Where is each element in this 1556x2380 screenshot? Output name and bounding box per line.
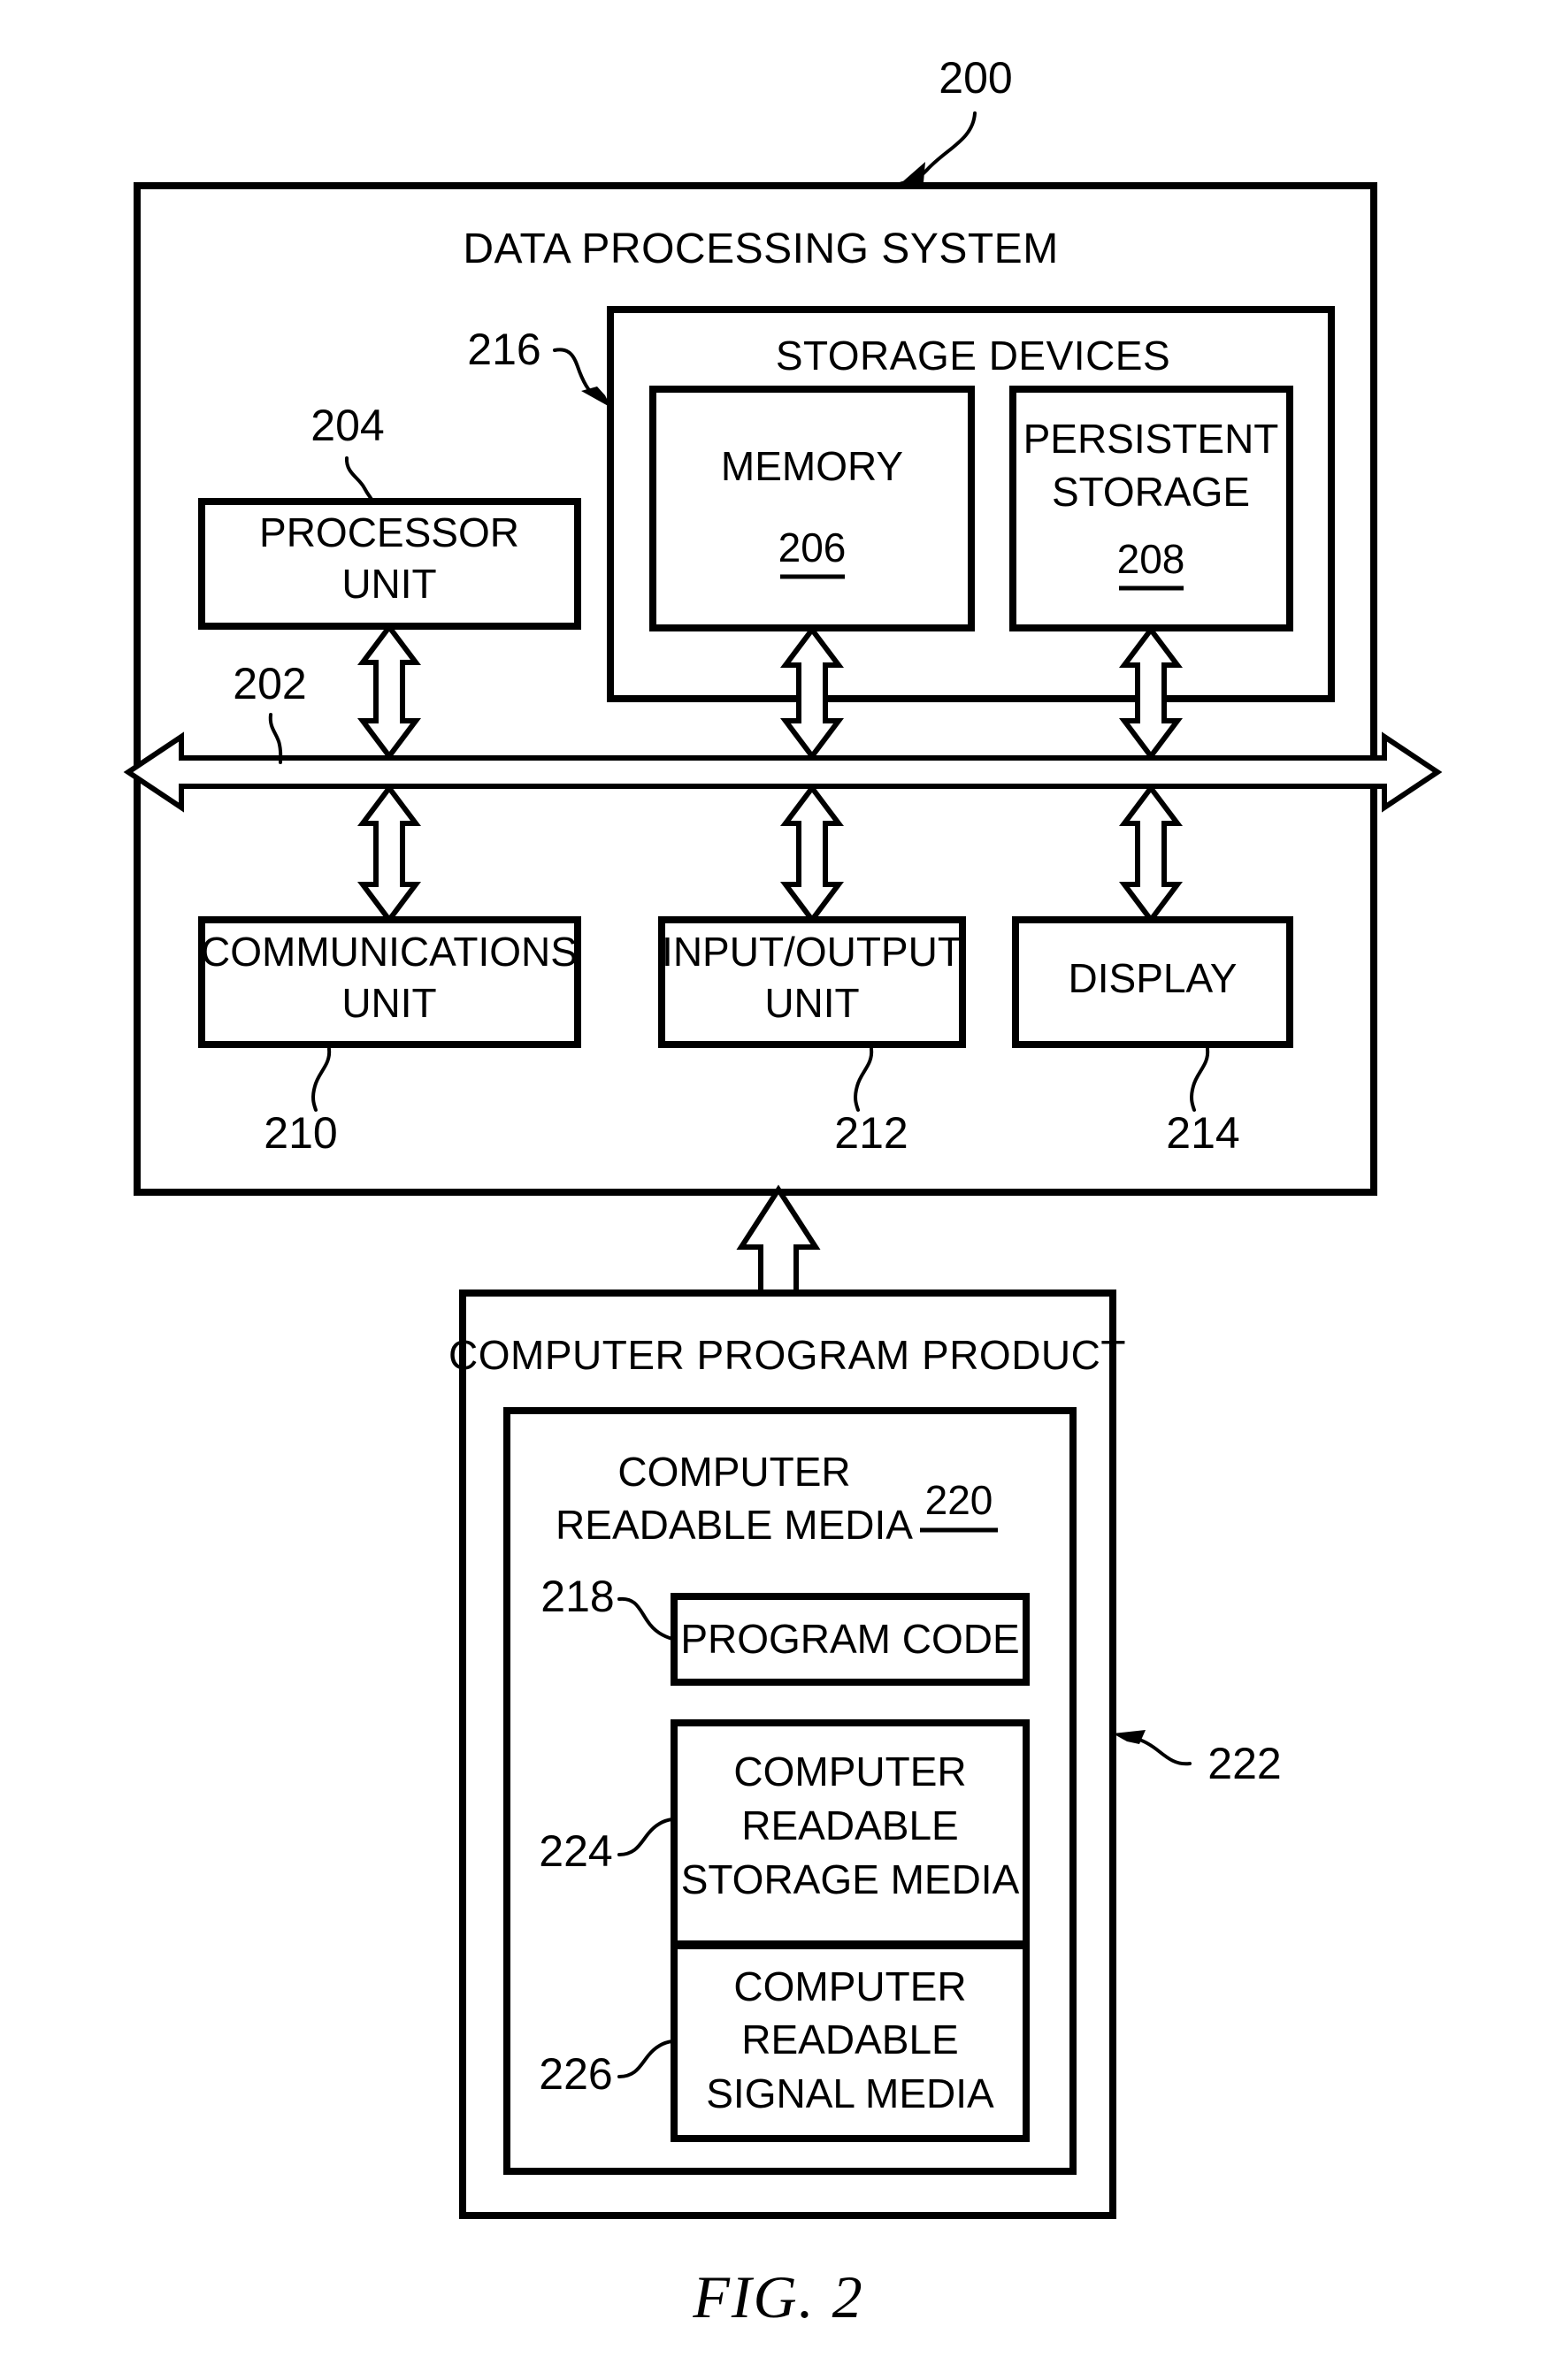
- ref-214-label: 214: [1166, 1108, 1239, 1158]
- program-product-to-system-arrow: [736, 1184, 821, 1296]
- processor-unit-label-line2: UNIT: [341, 561, 436, 607]
- persistent-storage-reference: 208: [1117, 536, 1185, 582]
- storage-devices-title: STORAGE DEVICES: [776, 333, 1170, 379]
- memory-box: [649, 386, 975, 631]
- ref-226-label: 226: [539, 2049, 612, 2099]
- crsm-label-line3: STORAGE MEDIA: [681, 1856, 1020, 1902]
- persistent-storage-label-line2: STORAGE: [1052, 469, 1250, 515]
- computer-program-product-title: COMPUTER PROGRAM PRODUCT: [448, 1332, 1126, 1378]
- ref-222-leader-line: [1135, 1737, 1192, 1766]
- ref-202-label: 202: [233, 659, 306, 708]
- ref-222-label: 222: [1207, 1739, 1281, 1788]
- ref-204-label: 204: [310, 401, 384, 450]
- program-code-label: PROGRAM CODE: [680, 1616, 1019, 1662]
- persistent-storage-label-line1: PERSISTENT: [1023, 416, 1279, 462]
- communications-unit-label-line1: COMMUNICATIONS: [201, 929, 578, 975]
- computer-readable-media-label-line2: READABLE MEDIA: [556, 1502, 913, 1548]
- communications-unit-label-line2: UNIT: [341, 980, 436, 1026]
- figure-caption: FIG. 2: [692, 2263, 863, 2330]
- computer-readable-media-label-line1: COMPUTER: [617, 1449, 850, 1495]
- crsig-label-line3: SIGNAL MEDIA: [706, 2070, 994, 2116]
- ref-200-leader-line: [898, 111, 977, 186]
- data-processing-system-title: DATA PROCESSING SYSTEM: [463, 226, 1058, 272]
- memory-reference: 206: [778, 524, 847, 570]
- ref-212-label: 212: [834, 1108, 908, 1158]
- ref-222-callout: 222: [1113, 1730, 1282, 1788]
- crsig-label-line1: COMPUTER: [733, 1963, 966, 2009]
- computer-readable-media-reference: 220: [925, 1477, 993, 1523]
- input-output-unit-label-line2: UNIT: [764, 980, 859, 1026]
- ref-210-label: 210: [264, 1108, 337, 1158]
- processor-unit-label-line1: PROCESSOR: [259, 509, 519, 555]
- ref-216-label: 216: [467, 325, 540, 374]
- memory-label: MEMORY: [721, 443, 903, 489]
- ref-200-callout: 200: [897, 53, 1013, 188]
- display-label: DISPLAY: [1069, 955, 1238, 1001]
- ref-224-label: 224: [539, 1826, 612, 1876]
- crsm-label-line1: COMPUTER: [733, 1749, 966, 1795]
- crsm-label-line2: READABLE: [741, 1802, 958, 1848]
- ref-200-label: 200: [939, 53, 1012, 103]
- crsig-label-line2: READABLE: [741, 2016, 958, 2062]
- figure-2-diagram: 200 DATA PROCESSING SYSTEM STORAGE DEVIC…: [123, 53, 1443, 2330]
- input-output-unit-label-line1: INPUT/OUTPUT: [662, 929, 962, 975]
- ref-218-label: 218: [540, 1572, 614, 1621]
- patent-figure: 200 DATA PROCESSING SYSTEM STORAGE DEVIC…: [0, 0, 1556, 2380]
